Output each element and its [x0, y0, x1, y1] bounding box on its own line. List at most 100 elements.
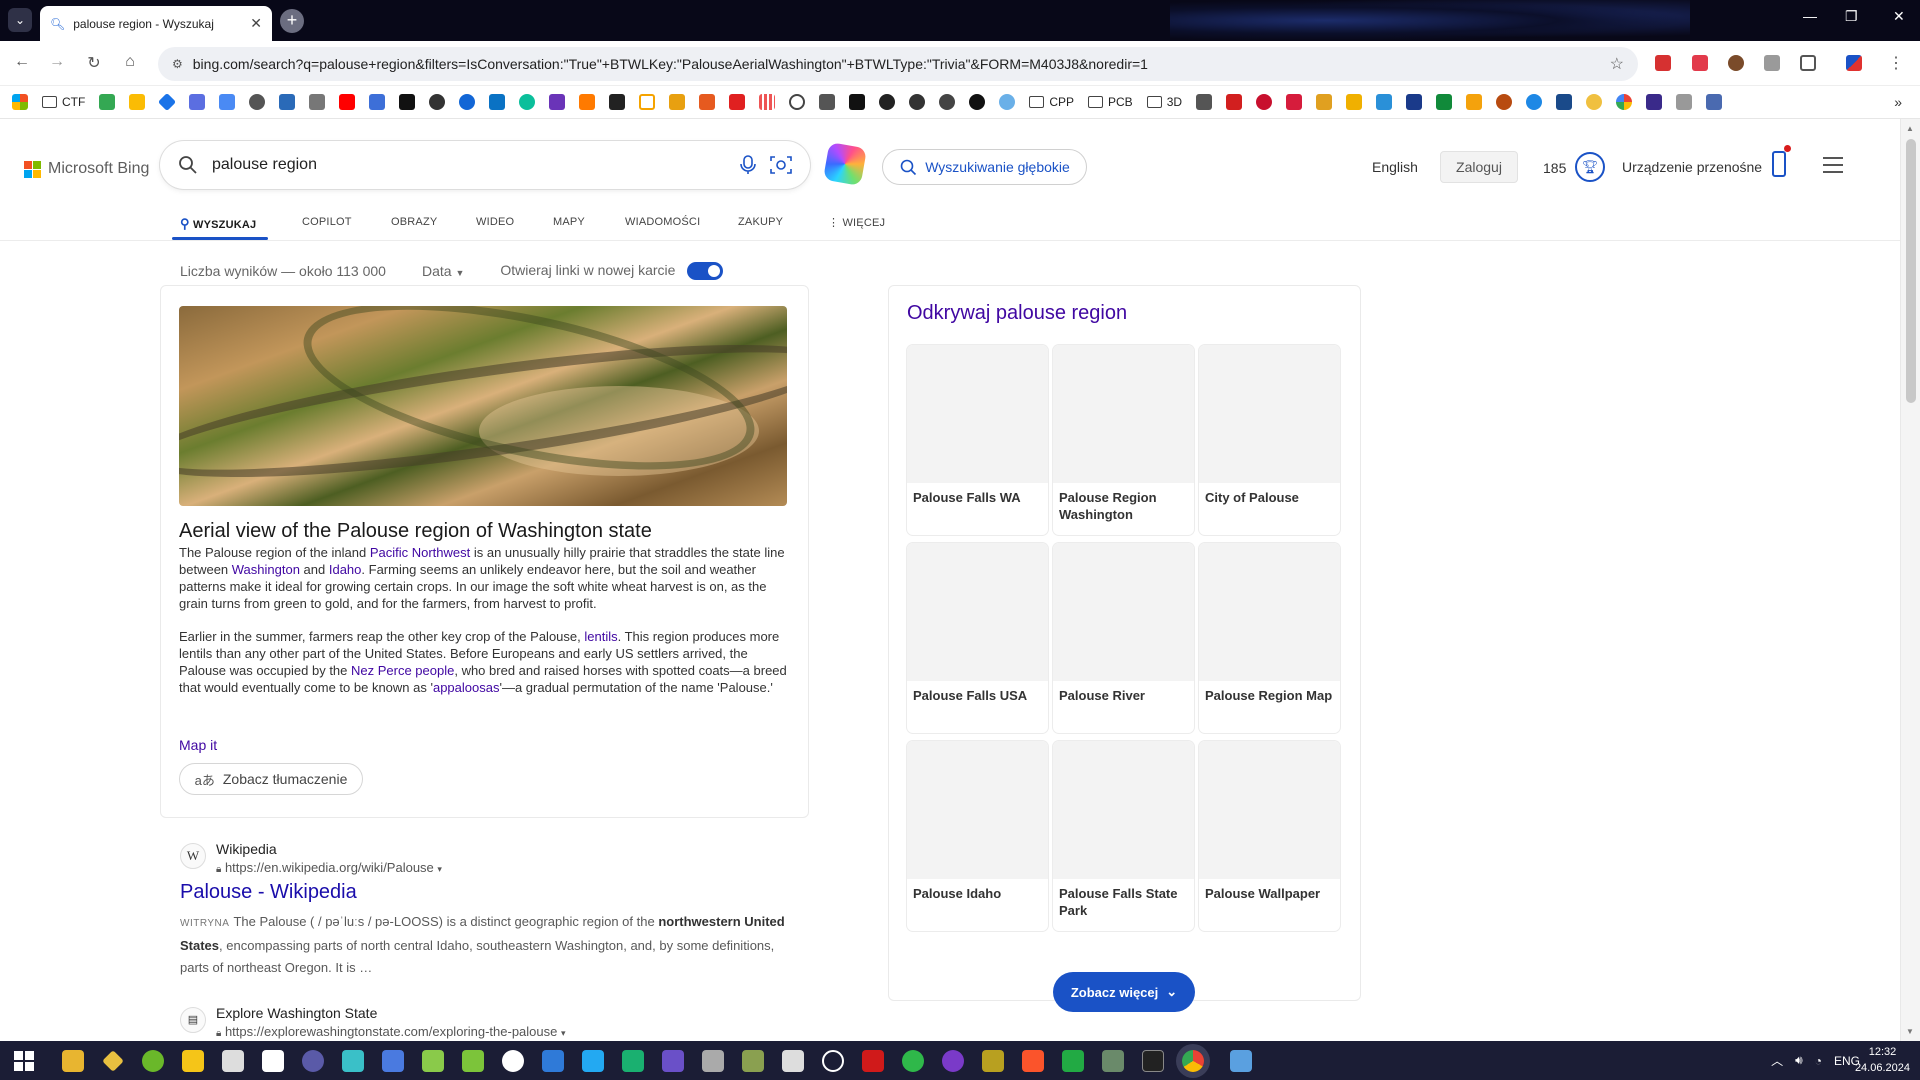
bookmark-icon[interactable]: [1436, 94, 1453, 110]
tab-shopping[interactable]: ZAKUPY: [738, 216, 783, 228]
file-explorer-icon[interactable]: [62, 1049, 84, 1072]
bookmark-icon[interactable]: [879, 94, 896, 110]
bookmark-icon[interactable]: [579, 94, 596, 110]
rewards-points[interactable]: 185: [1543, 160, 1566, 176]
bookmark-folder-cpp[interactable]: CPP: [1029, 95, 1074, 109]
calendar-icon[interactable]: [262, 1049, 284, 1072]
related-search-tile[interactable]: Palouse Wallpaper: [1199, 741, 1340, 931]
address-bar[interactable]: ⚙ bing.com/search?q=palouse+region&filte…: [158, 47, 1638, 81]
bookmark-icon[interactable]: [1556, 94, 1573, 110]
close-window-icon[interactable]: ✕: [1893, 8, 1905, 25]
bookmark-icon[interactable]: [1466, 94, 1483, 110]
profile-icon[interactable]: [1846, 55, 1862, 71]
bookmark-icon[interactable]: [729, 94, 746, 110]
related-search-tile[interactable]: Palouse Region Washington: [1053, 345, 1194, 535]
taskbar-app-icon[interactable]: [422, 1049, 444, 1072]
caret-down-icon[interactable]: ▾: [561, 1028, 566, 1038]
taskbar-app-icon[interactable]: [702, 1049, 724, 1072]
link-idaho[interactable]: Idaho: [329, 562, 362, 577]
taskbar-app-icon[interactable]: [1230, 1049, 1252, 1072]
bookmark-icon[interactable]: [1226, 94, 1243, 110]
tab-video[interactable]: WIDEO: [476, 216, 514, 228]
taskbar-app-icon[interactable]: [982, 1049, 1004, 1072]
related-search-tile[interactable]: Palouse River: [1053, 543, 1194, 733]
bookmark-icon[interactable]: [1256, 94, 1273, 110]
tab-images[interactable]: OBRAZY: [391, 216, 437, 228]
close-tab-icon[interactable]: ✕: [250, 15, 262, 32]
copilot-logo-icon[interactable]: [822, 141, 868, 187]
bookmark-icon[interactable]: [1586, 94, 1603, 110]
link-appaloosas[interactable]: appaloosas: [433, 680, 500, 695]
scroll-down-icon[interactable]: ▼: [1906, 1027, 1914, 1036]
bookmark-icon[interactable]: [549, 94, 566, 110]
search-icon[interactable]: [178, 155, 198, 175]
related-search-tile[interactable]: Palouse Falls WA: [907, 345, 1048, 535]
more-bookmarks-icon[interactable]: »: [1894, 94, 1902, 110]
taskbar-app-icon[interactable]: [822, 1049, 844, 1072]
taskbar-app-icon[interactable]: [222, 1049, 244, 1072]
bookmark-icon[interactable]: [429, 94, 446, 110]
taskbar-app-icon[interactable]: [902, 1049, 924, 1072]
forward-icon[interactable]: →: [45, 53, 69, 71]
browser-tab[interactable]: 🔍︎ palouse region - Wyszukaj ✕: [40, 6, 272, 41]
map-it-link[interactable]: Map it: [179, 737, 217, 753]
restore-icon[interactable]: ❐: [1845, 8, 1858, 25]
new-tab-button[interactable]: +: [280, 9, 304, 33]
minimize-icon[interactable]: —: [1803, 8, 1817, 24]
taskbar-app-icon[interactable]: [782, 1049, 804, 1072]
bookmark-icon[interactable]: [519, 94, 536, 110]
new-tab-toggle[interactable]: [687, 262, 724, 281]
tray-chevron-icon[interactable]: ︿: [1771, 1052, 1783, 1069]
taskbar-app-icon[interactable]: [662, 1049, 684, 1072]
mobile-phone-icon[interactable]: [1772, 145, 1791, 177]
amazon-icon[interactable]: [609, 94, 626, 110]
back-icon[interactable]: ←: [10, 53, 34, 71]
bookmark-icon[interactable]: [1406, 94, 1423, 110]
result-site-name[interactable]: Wikipedia: [216, 841, 277, 857]
bookmark-folder-ctf[interactable]: CTF: [42, 95, 85, 109]
link-pacific-northwest[interactable]: Pacific Northwest: [370, 545, 470, 560]
bookmark-icon[interactable]: [909, 94, 926, 110]
bookmark-icon[interactable]: [939, 94, 956, 110]
bookmark-icon[interactable]: [759, 94, 776, 110]
outlook-icon[interactable]: [489, 94, 506, 110]
result-url[interactable]: 🔒︎ https://en.wikipedia.org/wiki/Palouse…: [216, 860, 442, 875]
tab-news[interactable]: WIADOMOŚCI: [625, 216, 700, 228]
taskbar-app-icon[interactable]: [342, 1049, 364, 1072]
bookmark-icon[interactable]: [849, 94, 866, 110]
taskbar-app-icon[interactable]: [1102, 1049, 1124, 1072]
drive-icon[interactable]: [99, 94, 116, 110]
link-lentils[interactable]: lentils: [584, 629, 617, 644]
chart-icon[interactable]: [369, 94, 386, 110]
mobile-device-label[interactable]: Urządzenie przenośne: [1622, 159, 1762, 175]
bookmark-icon[interactable]: [819, 94, 836, 110]
home-icon[interactable]: ⌂: [118, 53, 142, 71]
vscode-icon[interactable]: [582, 1049, 604, 1072]
login-button[interactable]: Zaloguj: [1440, 151, 1518, 183]
tab-more[interactable]: ⋮ WIĘCEJ: [828, 216, 885, 229]
github-icon[interactable]: [942, 1049, 964, 1072]
taskbar-app-icon[interactable]: [142, 1049, 164, 1072]
scroll-up-icon[interactable]: ▲: [1906, 124, 1914, 133]
bookmark-icon[interactable]: [699, 94, 716, 110]
taskbar-app-icon[interactable]: [742, 1049, 764, 1072]
page-scrollbar[interactable]: ▲ ▼: [1900, 119, 1920, 1041]
related-search-tile[interactable]: Palouse Idaho: [907, 741, 1048, 931]
result-site-name[interactable]: Explore Washington State: [216, 1005, 377, 1021]
bookmark-icon[interactable]: [1496, 94, 1513, 110]
taskbar-app-icon[interactable]: [382, 1049, 404, 1072]
link-nez-perce[interactable]: Nez Perce people: [351, 663, 454, 678]
taskbar-app-icon[interactable]: [102, 1049, 124, 1072]
chrome-icon[interactable]: [1182, 1049, 1204, 1072]
bookmark-icon[interactable]: [1286, 94, 1303, 110]
link-icon[interactable]: [789, 94, 806, 110]
bookmark-icon[interactable]: [279, 94, 296, 110]
bookmark-icon[interactable]: [249, 94, 266, 110]
terminal-icon[interactable]: [1142, 1049, 1164, 1072]
docs-icon[interactable]: [219, 94, 236, 110]
taskbar-app-icon[interactable]: [622, 1049, 644, 1072]
extension-3-icon[interactable]: [1728, 55, 1744, 71]
see-more-button[interactable]: Zobacz więcej ⌄: [1053, 972, 1195, 1012]
caret-down-icon[interactable]: ▾: [437, 864, 442, 874]
bookmark-folder-pcb[interactable]: PCB: [1088, 95, 1133, 109]
